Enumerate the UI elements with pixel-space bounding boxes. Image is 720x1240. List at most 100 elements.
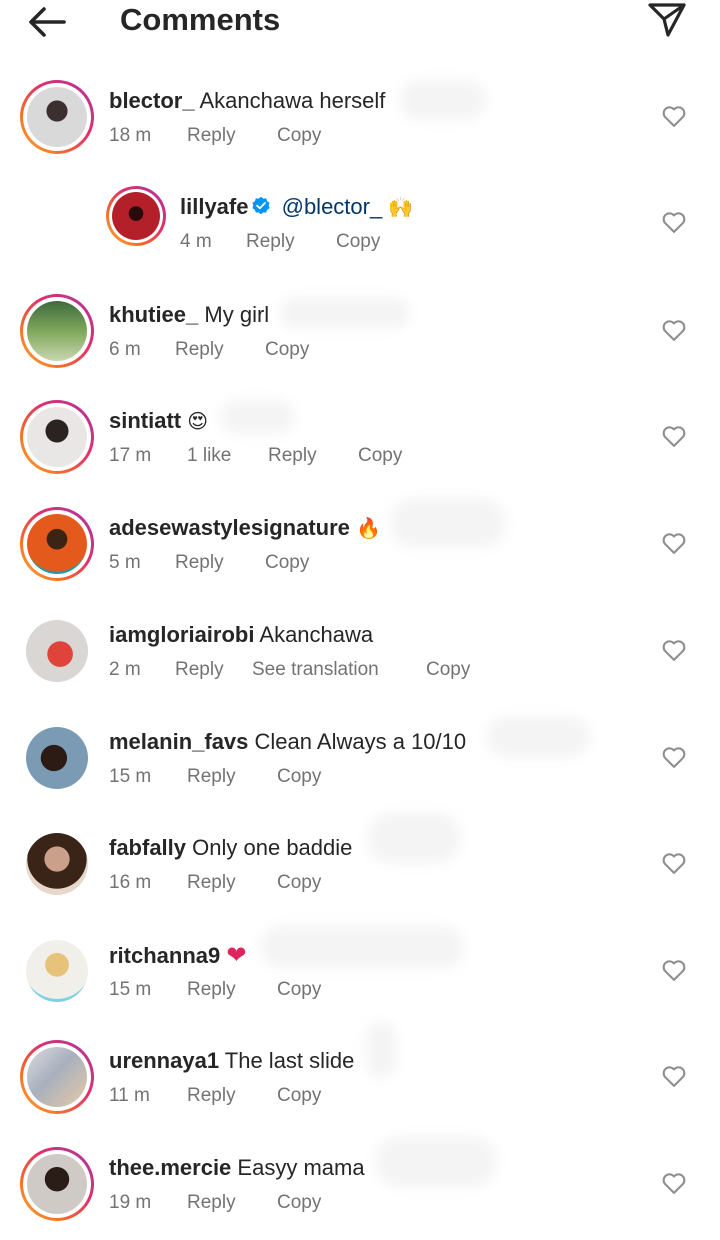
story-ring[interactable] [106,186,166,246]
likes-count[interactable]: 1 like [187,444,231,468]
username[interactable]: urennaya1 [109,1048,219,1073]
comment-text-line: melanin_favs Clean Always a 10/10 [109,729,466,755]
paper-plane-icon [648,3,686,37]
comment-text: My girl [204,302,270,327]
comment-item: melanin_favs Clean Always a 10/10 15 m R… [0,717,720,827]
story-ring[interactable] [20,1147,94,1221]
avatar-container[interactable] [20,721,94,795]
comment-text: Akanchawa [259,622,374,647]
comment-text: Clean Always a 10/10 [254,729,467,754]
comments-header: Comments [0,0,720,50]
comment-item: iamgloriairobi Akanchawa 2 m Reply See t… [0,614,720,720]
heart-icon[interactable] [660,316,688,344]
copy-button[interactable]: Copy [265,338,309,362]
timestamp: 17 m [109,445,152,466]
avatar [27,87,87,147]
username[interactable]: fabfally [109,835,186,860]
username[interactable]: adesewastylesignature [109,515,350,540]
verified-badge-icon [252,196,271,215]
comment-item: fabfally Only one baddie 16 m Reply Copy [0,813,720,933]
heart-icon[interactable] [660,208,688,236]
redacted-area [390,499,506,547]
comment-text: Easyy mama [237,1155,365,1180]
redacted-area [486,717,590,757]
back-button[interactable] [24,2,68,42]
reply-button[interactable]: Reply [187,1191,236,1215]
comment-item: sintiatt 😍 17 m 1 like Reply Copy [0,400,720,506]
username[interactable]: blector_ [109,88,195,113]
redacted-area [220,400,294,434]
copy-button[interactable]: Copy [426,658,470,682]
username[interactable]: ritchanna9 [109,943,220,968]
comment-item: thee.mercie Easyy mama 19 m Reply Copy [0,1137,720,1240]
avatar-container[interactable] [20,827,94,901]
heart-icon[interactable] [660,743,688,771]
timestamp: 15 m [109,979,152,1000]
heart-icon[interactable] [660,636,688,664]
copy-button[interactable]: Copy [277,124,321,148]
story-ring[interactable] [20,1040,94,1114]
timestamp: 18 m [109,125,152,146]
raising-hands-emoji: 🙌 [388,195,414,219]
heart-eyes-emoji: 😍 [187,409,209,433]
reply-button[interactable]: Reply [187,124,236,148]
red-heart-emoji: ❤ [226,941,247,969]
share-button[interactable] [644,0,688,40]
story-ring[interactable] [20,294,94,368]
reply-button[interactable]: Reply [187,871,236,895]
avatar [27,1154,87,1214]
copy-button[interactable]: Copy [358,444,402,468]
copy-button[interactable]: Copy [277,1191,321,1215]
heart-icon[interactable] [660,956,688,984]
comment-text-line: fabfally Only one baddie [109,835,352,861]
avatar [27,514,87,574]
copy-button[interactable]: Copy [277,1084,321,1108]
reply-button[interactable]: Reply [187,1084,236,1108]
comment-text-line: blector_ Akanchawa herself [109,88,385,114]
story-ring[interactable] [20,507,94,581]
reply-comment-item: lillyafe @blector_ 🙌 4 m Reply Copy [0,186,720,292]
story-ring[interactable] [20,80,94,154]
see-translation-button[interactable]: See translation [252,658,379,682]
heart-icon[interactable] [660,849,688,877]
avatar [27,407,87,467]
timestamp: 4 m [180,231,212,252]
heart-icon[interactable] [660,1169,688,1197]
heart-icon[interactable] [660,422,688,450]
comment-text: The last slide [224,1048,355,1073]
comment-item: khutiee_ My girl 6 m Reply Copy [0,294,720,400]
avatar [26,620,88,682]
comment-text-line: khutiee_ My girl [109,302,269,328]
reply-button[interactable]: Reply [268,444,317,468]
heart-icon[interactable] [660,529,688,557]
avatar-container[interactable] [20,614,94,688]
avatar-container[interactable] [20,934,94,1008]
username[interactable]: lillyafe [180,194,248,219]
copy-button[interactable]: Copy [265,551,309,575]
username[interactable]: iamgloriairobi [109,622,254,647]
username[interactable]: melanin_favs [109,729,248,754]
heart-icon[interactable] [660,102,688,130]
reply-button[interactable]: Reply [175,551,224,575]
username[interactable]: sintiatt [109,408,181,433]
copy-button[interactable]: Copy [277,871,321,895]
comment-item: adesewastylesignature 🔥 5 m Reply Copy [0,499,720,613]
story-ring[interactable] [20,400,94,474]
copy-button[interactable]: Copy [336,230,380,254]
mention-link[interactable]: @blector_ [282,194,383,219]
reply-button[interactable]: Reply [175,338,224,362]
reply-button[interactable]: Reply [187,978,236,1002]
reply-button[interactable]: Reply [187,765,236,789]
copy-button[interactable]: Copy [277,978,321,1002]
copy-button[interactable]: Copy [277,765,321,789]
comment-text-line: ritchanna9 ❤ [109,942,247,969]
reply-button[interactable]: Reply [246,230,295,254]
reply-button[interactable]: Reply [175,658,224,682]
comment-item: urennaya1 The last slide 11 m Reply Copy [0,1022,720,1146]
username[interactable]: khutiee_ [109,302,198,327]
arrow-left-icon [29,7,66,37]
username[interactable]: thee.mercie [109,1155,231,1180]
heart-icon[interactable] [660,1062,688,1090]
avatar [26,940,88,1002]
avatar [112,192,160,240]
